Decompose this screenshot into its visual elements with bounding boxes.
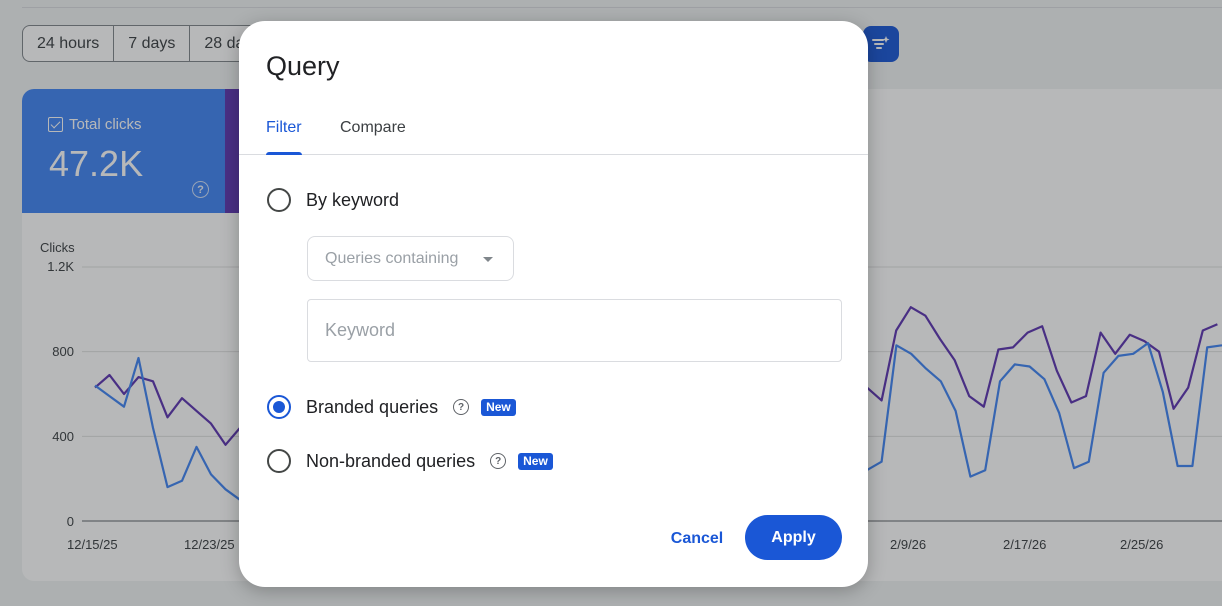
non-branded-queries-radio[interactable] bbox=[267, 449, 291, 473]
new-badge: New bbox=[481, 398, 516, 416]
branded-queries-option[interactable]: Branded queries ? New bbox=[267, 395, 516, 419]
active-tab-indicator bbox=[266, 152, 302, 155]
by-keyword-radio[interactable] bbox=[267, 188, 291, 212]
apply-button[interactable]: Apply bbox=[745, 515, 842, 560]
new-badge: New bbox=[518, 452, 553, 470]
non-branded-queries-option[interactable]: Non-branded queries ? New bbox=[267, 449, 553, 473]
keyword-input[interactable] bbox=[307, 299, 842, 362]
branded-queries-label: Branded queries bbox=[306, 396, 439, 417]
branded-queries-radio[interactable] bbox=[267, 395, 291, 419]
cancel-button[interactable]: Cancel bbox=[657, 519, 737, 559]
by-keyword-option[interactable]: By keyword bbox=[267, 188, 399, 212]
help-icon[interactable]: ? bbox=[453, 399, 470, 415]
tab-filter[interactable]: Filter bbox=[266, 119, 302, 155]
non-branded-queries-label: Non-branded queries bbox=[306, 450, 476, 471]
tab-compare[interactable]: Compare bbox=[340, 119, 406, 155]
dropdown-value: Queries containing bbox=[325, 249, 459, 267]
dropdown-arrow-icon bbox=[483, 257, 493, 262]
queries-containing-dropdown[interactable]: Queries containing bbox=[307, 236, 514, 281]
dialog-tabs: Filter Compare bbox=[239, 109, 868, 155]
query-filter-dialog: Query Filter Compare By keyword Queries … bbox=[239, 21, 868, 587]
dialog-title: Query bbox=[266, 51, 340, 81]
by-keyword-label: By keyword bbox=[306, 189, 400, 210]
help-icon[interactable]: ? bbox=[490, 453, 507, 469]
